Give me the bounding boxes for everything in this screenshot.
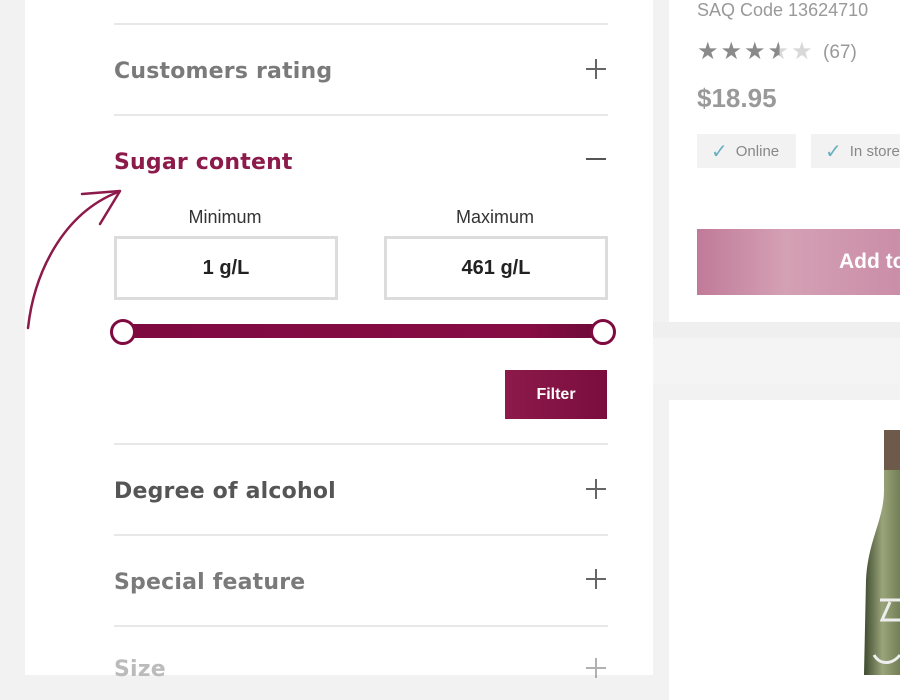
divider (114, 443, 608, 445)
saq-code: SAQ Code 13624710 (697, 0, 869, 20)
filter-section-customers-rating[interactable]: Customers rating (114, 59, 332, 84)
review-count[interactable]: (67) (823, 42, 857, 64)
availability-label: In store (849, 142, 900, 160)
availability-in-store-badge: ✓ In store (811, 134, 900, 168)
card-gap (653, 338, 900, 384)
add-to-cart-button[interactable]: Add to cart (697, 229, 900, 295)
minimum-label: Minimum (188, 207, 262, 227)
star-full-icon: ★ (720, 38, 743, 65)
star-full-icon: ★ (697, 38, 719, 65)
star-full-icon: ★ (744, 38, 766, 65)
product-price: $18.95 (697, 83, 777, 113)
availability-label: Online (735, 142, 780, 160)
star-rating: ★ ★ ★ ★ ★ (697, 40, 813, 64)
expand-plus-icon[interactable] (586, 478, 608, 500)
filter-button[interactable]: Filter (505, 370, 607, 419)
availability-online-badge: ✓ Online (697, 134, 796, 168)
slider-handle-max[interactable] (590, 319, 616, 345)
wine-bottle-image (864, 430, 900, 675)
divider (114, 625, 608, 627)
maximum-label: Maximum (455, 207, 534, 227)
divider (114, 114, 608, 116)
filter-section-sugar-content[interactable]: Sugar content (114, 150, 293, 175)
star-empty-icon: ★ (791, 38, 813, 65)
check-icon: ✓ (711, 140, 728, 163)
filter-section-size[interactable]: Size (114, 657, 166, 682)
filter-section-degree-of-alcohol[interactable]: Degree of alcohol (114, 479, 336, 504)
expand-plus-icon[interactable] (586, 58, 608, 80)
sugar-range-slider[interactable] (120, 324, 600, 338)
star-half-icon: ★ (767, 38, 790, 65)
maximum-input[interactable]: 461 g/L (384, 236, 608, 300)
slider-handle-min[interactable] (110, 319, 136, 345)
divider (114, 534, 608, 536)
minimum-input[interactable]: 1 g/L (114, 236, 338, 300)
expand-plus-icon[interactable] (586, 657, 608, 679)
card-gap (653, 322, 900, 338)
expand-plus-icon[interactable] (586, 568, 608, 590)
collapse-minus-icon[interactable] (586, 148, 608, 170)
divider (114, 23, 608, 25)
check-icon: ✓ (825, 140, 842, 163)
filter-section-special-feature[interactable]: Special feature (114, 570, 305, 595)
